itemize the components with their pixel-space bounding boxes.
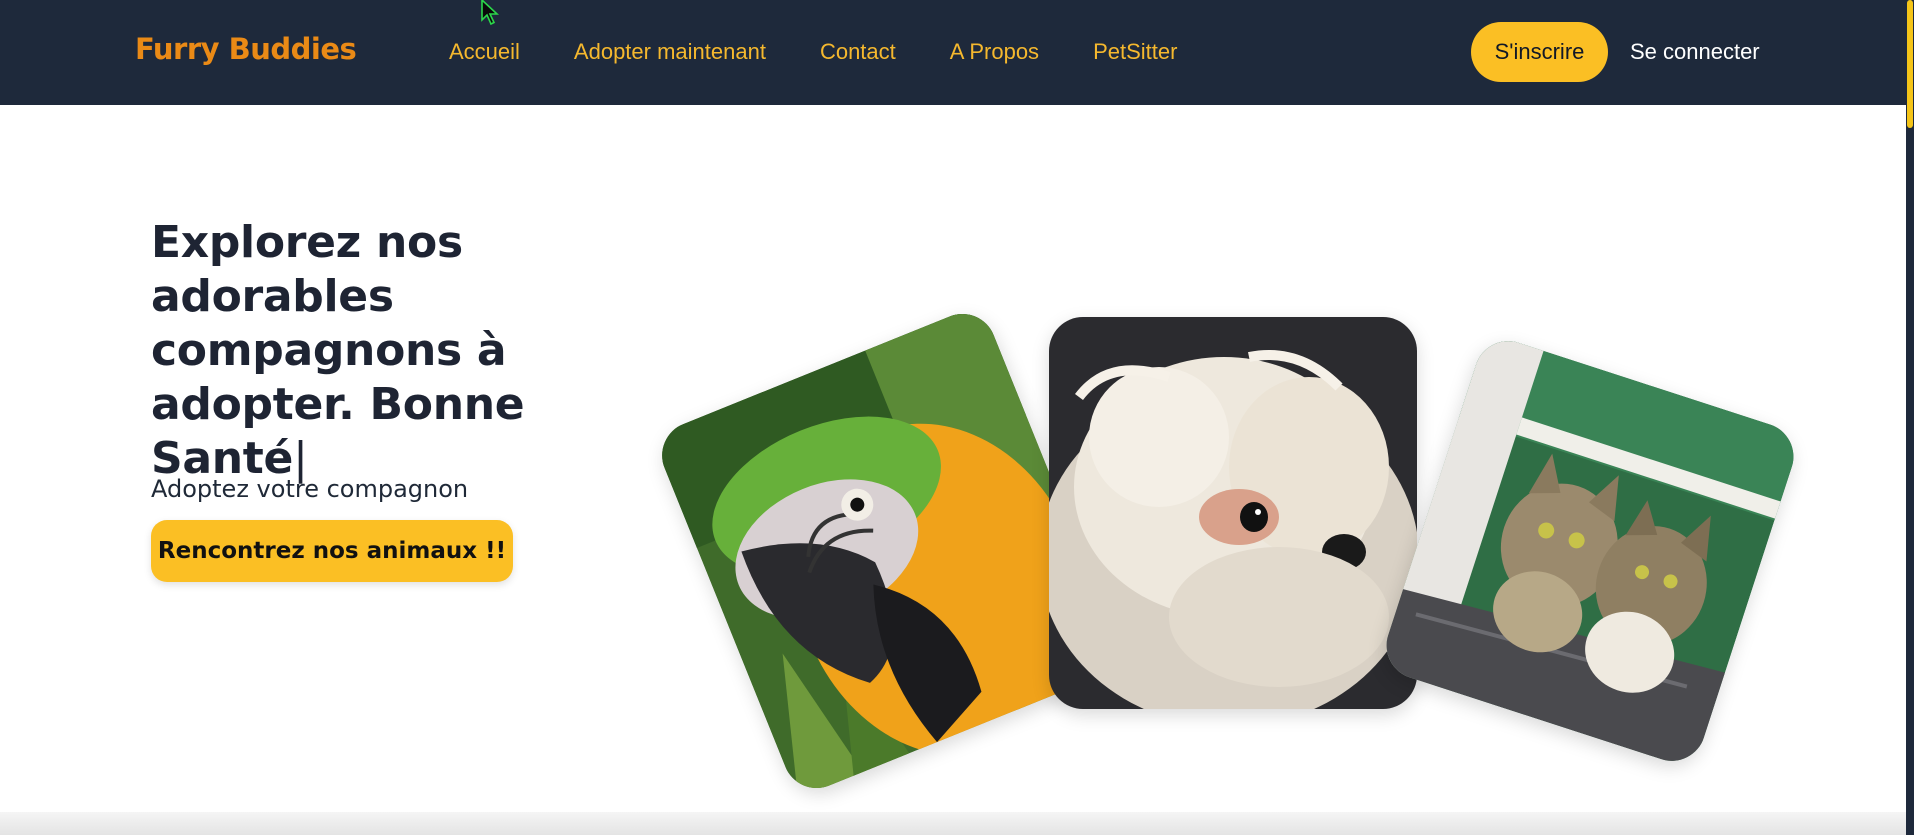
mouse-cursor-icon — [481, 0, 500, 26]
nav-link-contact[interactable]: Contact — [820, 36, 896, 68]
scrollbar-thumb[interactable] — [1907, 0, 1913, 128]
meet-animals-button[interactable]: Rencontrez nos animaux !! — [151, 520, 513, 582]
dog-photo — [1049, 317, 1417, 709]
page-bottom-edge — [0, 812, 1906, 835]
nav-links: Accueil Adopter maintenant Contact A Pro… — [449, 36, 1177, 68]
nav-link-adopter[interactable]: Adopter maintenant — [574, 36, 766, 68]
hero-subtitle: Adoptez votre compagnon — [151, 475, 469, 503]
brand-logo[interactable]: Furry Buddies — [135, 32, 357, 66]
nav-link-petsitter[interactable]: PetSitter — [1093, 36, 1177, 68]
nav-link-a-propos[interactable]: A Propos — [950, 36, 1039, 68]
hero-title-text: Explorez nos adorables compagnons à adop… — [151, 217, 525, 484]
nav-link-accueil[interactable]: Accueil — [449, 36, 520, 68]
hero-title: Explorez nos adorables compagnons à adop… — [151, 216, 691, 486]
signup-button[interactable]: S'inscrire — [1471, 22, 1608, 82]
cats-photo — [1377, 332, 1803, 770]
navbar: Furry Buddies Accueil Adopter maintenant… — [0, 0, 1906, 105]
login-link[interactable]: Se connecter — [1630, 36, 1760, 68]
